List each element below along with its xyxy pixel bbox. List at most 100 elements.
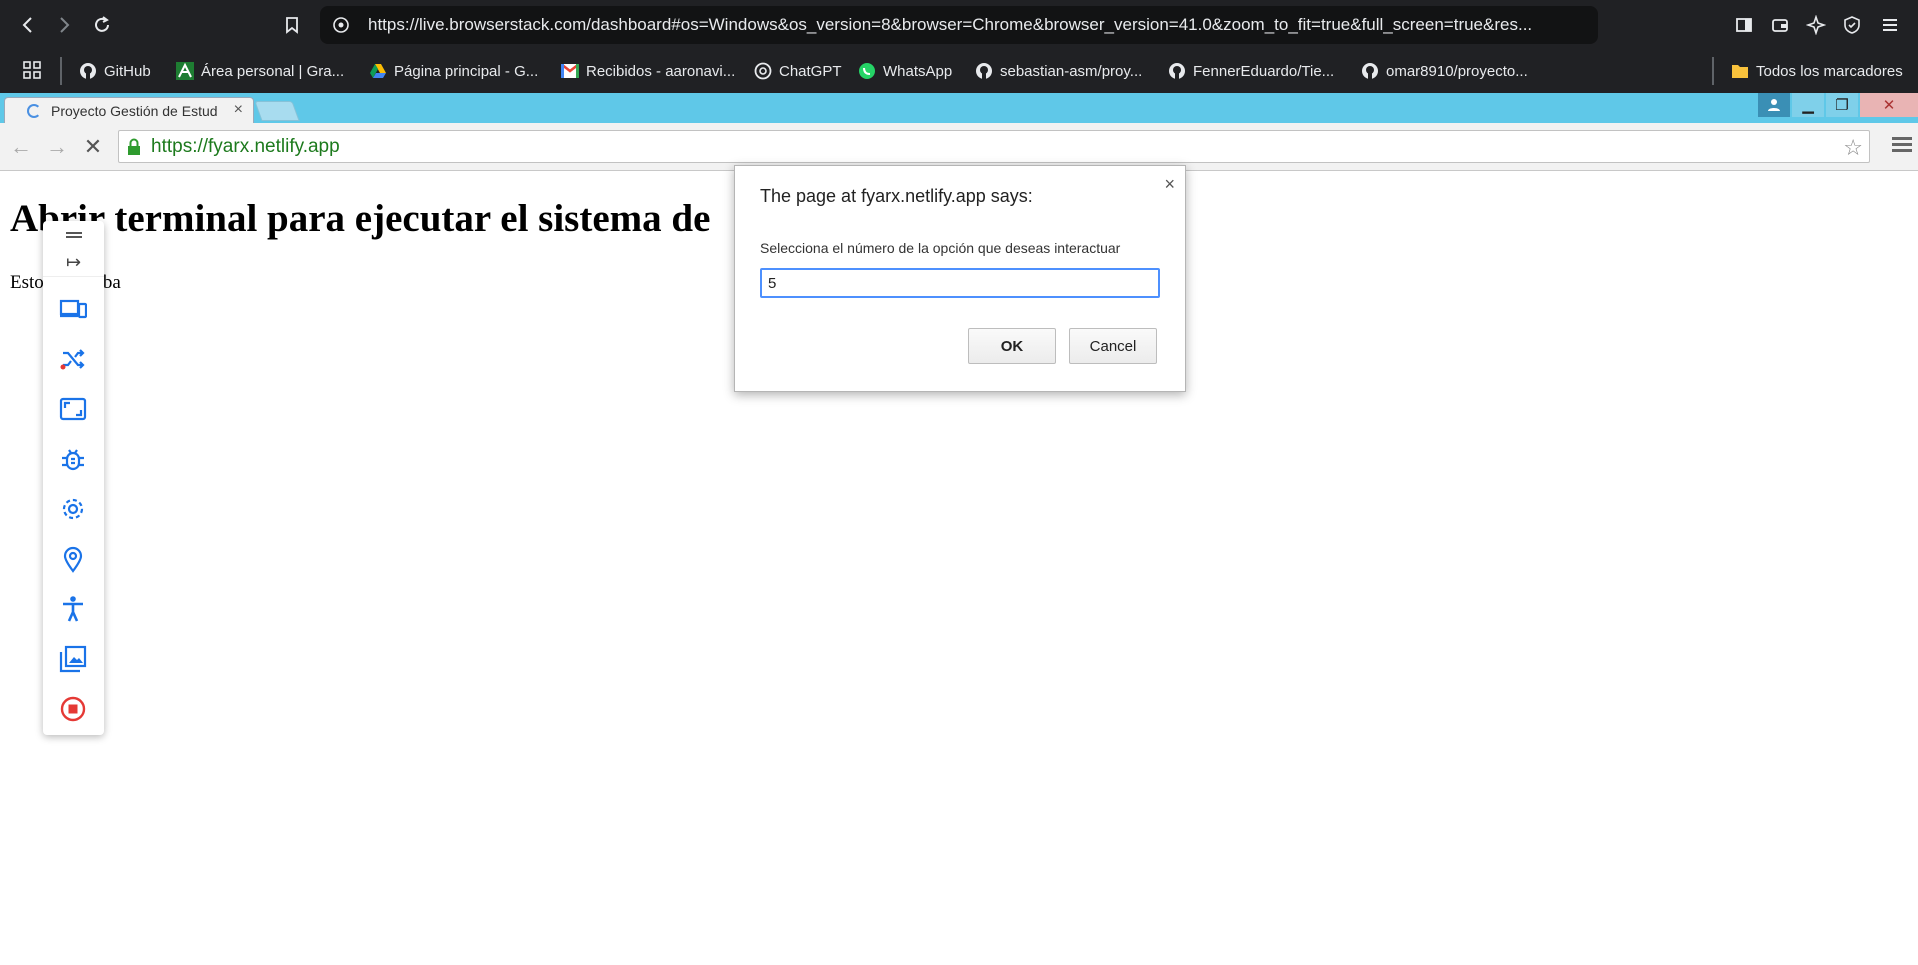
switch-device-icon (59, 299, 87, 319)
bookmark-label: omar8910/proyecto... (1386, 62, 1528, 80)
reload-icon (95, 16, 109, 32)
lock-icon (128, 138, 140, 155)
bookmark-label: Recibidos - aaronavi... (586, 62, 736, 80)
bookmark-area-personal[interactable]: Área personal | Gra... (176, 59, 344, 83)
moodle-icon (176, 62, 194, 80)
bookmark-chatgpt[interactable]: ChatGPT (754, 59, 842, 83)
chatgpt-icon (754, 62, 772, 80)
wallet-icon (1772, 19, 1788, 32)
remote-tab-title: Proyecto Gestión de Estud (51, 103, 218, 119)
forward-arrow-icon: → (46, 134, 68, 159)
stop-loading-icon: ✕ (83, 134, 103, 159)
prompt-input[interactable] (760, 268, 1160, 298)
bug-icon (62, 449, 84, 471)
bookmark-page-button[interactable] (278, 11, 306, 39)
bookmark-gmail[interactable]: Recibidos - aaronavi... (561, 59, 735, 83)
whatsapp-icon (858, 62, 876, 80)
remote-toolbar: ← → ✕ https://fyarx.netlify.app ☆ (0, 123, 1918, 171)
gmail-icon (561, 62, 579, 80)
accessibility-tool[interactable] (58, 594, 88, 624)
site-info-icon[interactable] (332, 16, 350, 34)
close-dialog-icon[interactable]: × (1164, 174, 1175, 195)
minimize-button[interactable]: ▁ (1792, 93, 1824, 117)
prompt-dialog: × The page at fyarx.netlify.app says: Se… (734, 165, 1186, 392)
close-window-button[interactable]: ✕ (1860, 93, 1918, 117)
switch-browser-tool[interactable] (58, 294, 88, 324)
dialog-message: Selecciona el número de la opción que de… (760, 240, 1121, 256)
location-tool[interactable] (58, 544, 88, 574)
shuffle-icon (60, 349, 85, 370)
stop-session-tool[interactable] (58, 694, 88, 724)
host-menu-button[interactable] (1876, 11, 1904, 39)
github-icon (975, 62, 993, 80)
forward-arrow-icon (60, 17, 70, 33)
minimize-icon: ▁ (1802, 97, 1814, 114)
drag-handle[interactable] (43, 221, 104, 249)
remote-back-button[interactable]: ← (8, 134, 34, 160)
apps-grid-icon (23, 61, 41, 79)
expand-toolbar-button[interactable]: ↦ (43, 249, 104, 277)
resize-icon (59, 397, 87, 421)
remote-address-bar[interactable]: https://fyarx.netlify.app ☆ (118, 130, 1870, 163)
restore-icon: ❐ (1835, 97, 1849, 114)
vpn-shield-button[interactable] (1838, 11, 1866, 39)
cancel-button[interactable]: Cancel (1069, 328, 1157, 364)
stop-session-icon (60, 696, 86, 722)
github-icon (1168, 62, 1186, 80)
settings-tool[interactable] (58, 494, 88, 524)
bug-report-tool[interactable] (58, 444, 88, 474)
reload-button[interactable] (88, 11, 116, 39)
all-bookmarks-label: Todos los marcadores (1756, 62, 1903, 80)
bookmark-icon (286, 17, 298, 34)
ok-button[interactable]: OK (968, 328, 1056, 364)
location-icon (63, 546, 83, 573)
remote-forward-button[interactable]: → (44, 134, 70, 160)
bookmark-label: ChatGPT (779, 62, 842, 80)
remote-url-text: https://fyarx.netlify.app (151, 136, 340, 157)
bookmark-google-drive[interactable]: Página principal - G... (369, 59, 538, 83)
all-bookmarks-folder[interactable]: Todos los marcadores (1731, 59, 1903, 83)
ai-sparkle-button[interactable] (1802, 11, 1830, 39)
sparkle-icon (1806, 15, 1826, 35)
user-profile-button[interactable] (1758, 93, 1790, 117)
close-tab-icon[interactable]: × (234, 101, 243, 119)
bookmark-label: GitHub (104, 62, 151, 80)
hamburger-menu-icon (1883, 19, 1897, 31)
wallet-button[interactable] (1766, 11, 1794, 39)
browserstack-toolbar: ↦ (43, 221, 104, 735)
bookmark-label: Área personal | Gra... (201, 62, 345, 80)
shuffle-tool[interactable] (58, 344, 88, 374)
dialog-title: The page at fyarx.netlify.app says: (760, 186, 1033, 206)
remote-tab[interactable]: Proyecto Gestión de Estud × (4, 97, 254, 123)
star-bookmark-icon[interactable]: ☆ (1843, 135, 1863, 161)
restore-button[interactable]: ❐ (1826, 93, 1858, 117)
forward-button[interactable] (50, 11, 78, 39)
bookmark-label: sebastian-asm/proy... (1000, 62, 1143, 80)
host-url-text: https://live.browserstack.com/dashboard#… (368, 15, 1533, 34)
host-toolbar: https://live.browserstack.com/dashboard#… (0, 0, 1918, 50)
apps-button[interactable] (22, 58, 42, 82)
remote-menu-button[interactable] (1892, 134, 1912, 156)
bookmark-label: WhatsApp (883, 62, 953, 80)
host-address-bar[interactable]: https://live.browserstack.com/dashboard#… (320, 6, 1598, 44)
bookmark-label: Página principal - G... (394, 62, 539, 80)
resolution-tool[interactable] (58, 394, 88, 424)
side-panel-icon (1736, 18, 1752, 32)
host-browser-chrome: https://live.browserstack.com/dashboard#… (0, 0, 1918, 93)
bookmark-sebastian-asm[interactable]: sebastian-asm/proy... (975, 59, 1142, 83)
google-drive-icon (369, 62, 387, 80)
loading-spinner-icon (27, 104, 41, 118)
side-panel-button[interactable] (1730, 11, 1758, 39)
new-tab-button[interactable] (254, 101, 300, 121)
remote-stop-button[interactable]: ✕ (80, 134, 106, 160)
back-arrow-icon: ← (10, 134, 32, 159)
bookmark-fennereduardo[interactable]: FennerEduardo/Tie... (1168, 59, 1334, 83)
bookmark-whatsapp[interactable]: WhatsApp (858, 59, 952, 83)
back-button[interactable] (14, 11, 42, 39)
remote-tab-strip: Proyecto Gestión de Estud × (0, 93, 1918, 123)
shield-icon (1844, 16, 1860, 34)
bookmark-omar8910[interactable]: omar8910/proyecto... (1361, 59, 1528, 83)
gallery-icon (59, 645, 87, 673)
gallery-tool[interactable] (58, 644, 88, 674)
bookmark-github[interactable]: GitHub (79, 59, 151, 83)
